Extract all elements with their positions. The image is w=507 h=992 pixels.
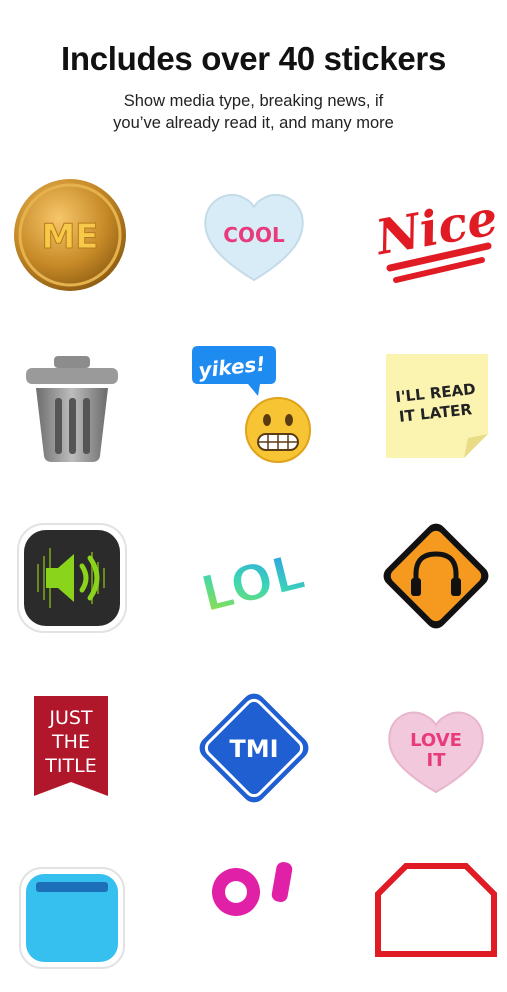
- sticky-note-icon: I'LL READ IT LATER: [386, 354, 488, 458]
- grimace-emoji-icon: yikes!: [192, 346, 311, 463]
- sticker-nice[interactable]: Nice: [366, 164, 506, 304]
- sticker-me-label: ME: [41, 217, 98, 257]
- subtitle-line-2: you’ve already read it, and many more: [113, 114, 394, 132]
- sticker-partial-stop[interactable]: [366, 852, 506, 992]
- sticker-headphones[interactable]: [366, 508, 506, 648]
- speaker-icon: [17, 523, 127, 633]
- candy-heart-icon: LOVE IT: [388, 711, 484, 794]
- sticker-tmi[interactable]: TMI: [184, 680, 324, 820]
- bookmark-ribbon-icon: JUST THE TITLE: [34, 696, 108, 796]
- headphones-sign-icon: [383, 523, 489, 629]
- trash-can-icon: [26, 356, 118, 462]
- sticker-love-line2: IT: [427, 750, 447, 771]
- sticker-yikes[interactable]: yikes!: [184, 338, 324, 478]
- lol-text-icon: LOL: [194, 541, 311, 625]
- page-subtitle: Show media type, breaking news, if you’v…: [0, 90, 507, 134]
- sticker-lol[interactable]: LOL: [184, 508, 324, 648]
- sticker-just-line2: THE: [51, 731, 90, 753]
- sticker-cool-label: COOL: [223, 223, 285, 247]
- sticker-tmi-label: TMI: [229, 735, 278, 763]
- tmi-sign-icon: TMI: [199, 693, 309, 803]
- page-title: Includes over 40 stickers: [60, 40, 447, 77]
- sticker-partial-magenta[interactable]: [184, 852, 324, 992]
- sticker-audio[interactable]: [2, 508, 142, 648]
- sticker-just-the-title[interactable]: JUST THE TITLE: [2, 680, 142, 820]
- sticker-lol-label: LOL: [195, 542, 310, 624]
- blue-window-icon: [19, 867, 125, 969]
- magenta-sticker-icon: [212, 862, 293, 916]
- subtitle-line-1: Show media type, breaking news, if: [123, 92, 384, 110]
- sticker-love-it[interactable]: LOVE IT: [366, 680, 506, 820]
- sticker-partial-blue[interactable]: [2, 852, 142, 992]
- sticker-me[interactable]: ME: [2, 164, 142, 304]
- sticker-just-line1: JUST: [48, 707, 93, 729]
- candy-heart-icon: COOL: [204, 193, 304, 282]
- nice-stamp-icon: Nice: [370, 190, 502, 283]
- sticker-trash[interactable]: [2, 338, 142, 478]
- sticker-cool[interactable]: COOL: [184, 164, 324, 304]
- sticker-love-line1: LOVE: [410, 730, 462, 751]
- sticker-just-line3: TITLE: [44, 755, 96, 777]
- stop-sign-icon: [375, 863, 497, 957]
- sticker-read-later[interactable]: I'LL READ IT LATER: [366, 338, 506, 478]
- gold-medal-icon: ME: [14, 179, 126, 291]
